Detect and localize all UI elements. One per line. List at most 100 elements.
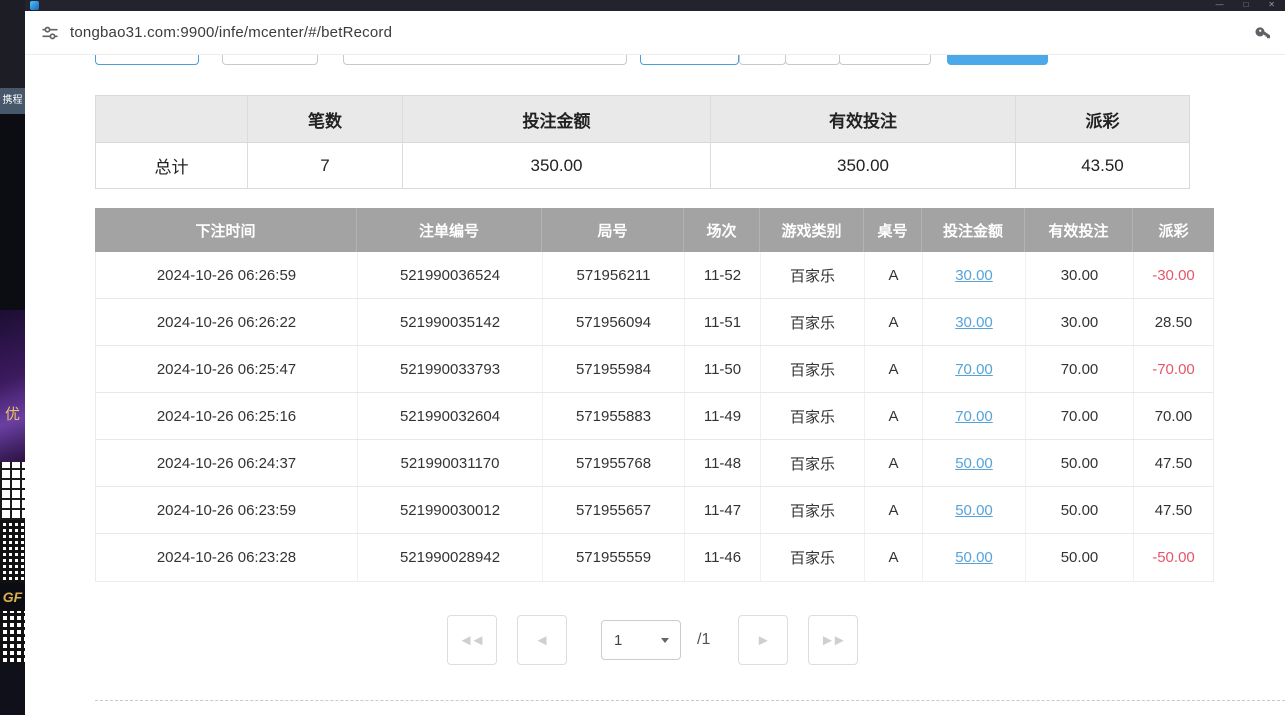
summary-header-valid-bet: 有效投注	[711, 96, 1016, 142]
table-no-cell: A	[865, 487, 923, 533]
session-cell: 11-50	[685, 346, 761, 392]
summary-total-label: 总计	[96, 143, 248, 188]
bet-record-table: 下注时间 注单编号 局号 场次 游戏类别 桌号 投注金额 有效投注 派彩 202…	[95, 208, 1214, 582]
game-type-cell: 百家乐	[761, 440, 865, 486]
order-no-cell: 521990028942	[358, 534, 543, 581]
summary-total-valid-bet: 350.00	[711, 143, 1016, 188]
game-type-cell: 百家乐	[761, 299, 865, 345]
bet-amount-cell: 30.00	[923, 252, 1026, 298]
round-no-cell: 571955657	[543, 487, 685, 533]
filter-tab-button[interactable]	[222, 55, 318, 65]
bet-amount-link[interactable]: 70.00	[955, 361, 993, 378]
table-no-cell: A	[865, 346, 923, 392]
summary-total-count: 7	[248, 143, 403, 188]
search-input[interactable]	[343, 55, 627, 65]
browser-urlbar: tongbao31.com:9900/infe/mcenter/#/betRec…	[25, 11, 1285, 55]
game-type-cell: 百家乐	[761, 487, 865, 533]
bet-time-cell: 2024-10-26 06:26:22	[96, 299, 358, 345]
bet-amount-cell: 70.00	[923, 393, 1026, 439]
qr-code-image	[0, 520, 25, 583]
bet-time-cell: 2024-10-26 06:26:59	[96, 252, 358, 298]
last-page-button[interactable]: ►►	[808, 615, 858, 665]
payout-cell: 70.00	[1134, 393, 1213, 439]
next-page-button[interactable]: ►	[738, 615, 788, 665]
valid-bet-cell: 30.00	[1026, 299, 1134, 345]
header-bet-time: 下注时间	[95, 208, 357, 252]
qr-code-image	[0, 611, 25, 665]
session-cell: 11-49	[685, 393, 761, 439]
round-no-cell: 571955559	[543, 534, 685, 581]
filter-box[interactable]	[785, 55, 840, 65]
table-row: 2024-10-26 06:25:16 521990032604 5719558…	[96, 393, 1213, 440]
summary-header-bet-amount: 投注金额	[403, 96, 711, 142]
bet-time-cell: 2024-10-26 06:23:59	[96, 487, 358, 533]
session-cell: 11-46	[685, 534, 761, 581]
bet-amount-link[interactable]: 70.00	[955, 408, 993, 425]
table-no-cell: A	[865, 534, 923, 581]
url-text[interactable]: tongbao31.com:9900/infe/mcenter/#/betRec…	[70, 24, 392, 41]
payout-cell: 28.50	[1134, 299, 1213, 345]
close-button[interactable]: ✕	[1268, 0, 1275, 11]
search-submit-button[interactable]	[947, 55, 1048, 65]
bet-amount-link[interactable]: 50.00	[955, 455, 993, 472]
prev-page-button[interactable]: ◄	[517, 615, 567, 665]
qr-code-image	[0, 462, 25, 520]
background-segment	[0, 0, 25, 88]
bet-time-cell: 2024-10-26 06:25:47	[96, 346, 358, 392]
page-select-value: 1	[614, 632, 622, 649]
bet-amount-cell: 30.00	[923, 299, 1026, 345]
filter-box[interactable]	[839, 55, 931, 65]
table-no-cell: A	[865, 299, 923, 345]
bet-amount-link[interactable]: 50.00	[955, 502, 993, 519]
summary-header-payout: 派彩	[1016, 96, 1189, 142]
background-logo-label: GF	[0, 583, 25, 611]
order-no-cell: 521990036524	[358, 252, 543, 298]
page-select[interactable]: 1	[601, 620, 681, 660]
summary-header-count: 笔数	[248, 96, 403, 142]
game-type-cell: 百家乐	[761, 534, 865, 581]
maximize-button[interactable]: □	[1243, 0, 1248, 11]
bet-time-cell: 2024-10-26 06:23:28	[96, 534, 358, 581]
session-cell: 11-52	[685, 252, 761, 298]
bet-amount-cell: 50.00	[923, 440, 1026, 486]
password-key-icon[interactable]	[1255, 24, 1273, 42]
payout-cell: 47.50	[1134, 440, 1213, 486]
site-settings-icon[interactable]	[40, 23, 60, 43]
round-no-cell: 571955984	[543, 346, 685, 392]
bet-amount-link[interactable]: 30.00	[955, 314, 993, 331]
valid-bet-cell: 70.00	[1026, 346, 1134, 392]
summary-header-row: 笔数 投注金额 有效投注 派彩	[96, 96, 1189, 142]
header-session: 场次	[684, 208, 760, 252]
valid-bet-cell: 50.00	[1026, 440, 1134, 486]
dashed-divider	[95, 700, 1285, 701]
filter-toolbar	[25, 55, 1285, 65]
game-type-cell: 百家乐	[761, 346, 865, 392]
first-page-button[interactable]: ◄◄	[447, 615, 497, 665]
background-segment	[0, 665, 25, 715]
filter-tab-button[interactable]	[95, 55, 199, 65]
payout-cell: -30.00	[1134, 252, 1213, 298]
filter-select[interactable]	[640, 55, 739, 65]
header-valid-bet: 有效投注	[1025, 208, 1133, 252]
background-top-label: 携程	[0, 88, 25, 114]
bet-amount-cell: 70.00	[923, 346, 1026, 392]
bet-amount-link[interactable]: 30.00	[955, 267, 993, 284]
header-bet-amount: 投注金额	[922, 208, 1025, 252]
bet-table-body: 2024-10-26 06:26:59 521990036524 5719562…	[95, 252, 1214, 582]
table-row: 2024-10-26 06:26:59 521990036524 5719562…	[96, 252, 1213, 299]
header-game-type: 游戏类别	[760, 208, 864, 252]
filter-box[interactable]	[739, 55, 786, 65]
pagination: ◄◄ ◄ 1 /1 ► ►►	[447, 615, 858, 665]
order-no-cell: 521990032604	[358, 393, 543, 439]
summary-total-payout: 43.50	[1016, 143, 1189, 188]
header-order-no: 注单编号	[357, 208, 542, 252]
header-table-no: 桌号	[864, 208, 922, 252]
session-cell: 11-47	[685, 487, 761, 533]
round-no-cell: 571955883	[543, 393, 685, 439]
minimize-button[interactable]: —	[1215, 0, 1223, 11]
bet-time-cell: 2024-10-26 06:25:16	[96, 393, 358, 439]
total-pages-label: /1	[697, 631, 710, 649]
bet-amount-cell: 50.00	[923, 534, 1026, 581]
round-no-cell: 571956211	[543, 252, 685, 298]
bet-amount-link[interactable]: 50.00	[955, 549, 993, 566]
